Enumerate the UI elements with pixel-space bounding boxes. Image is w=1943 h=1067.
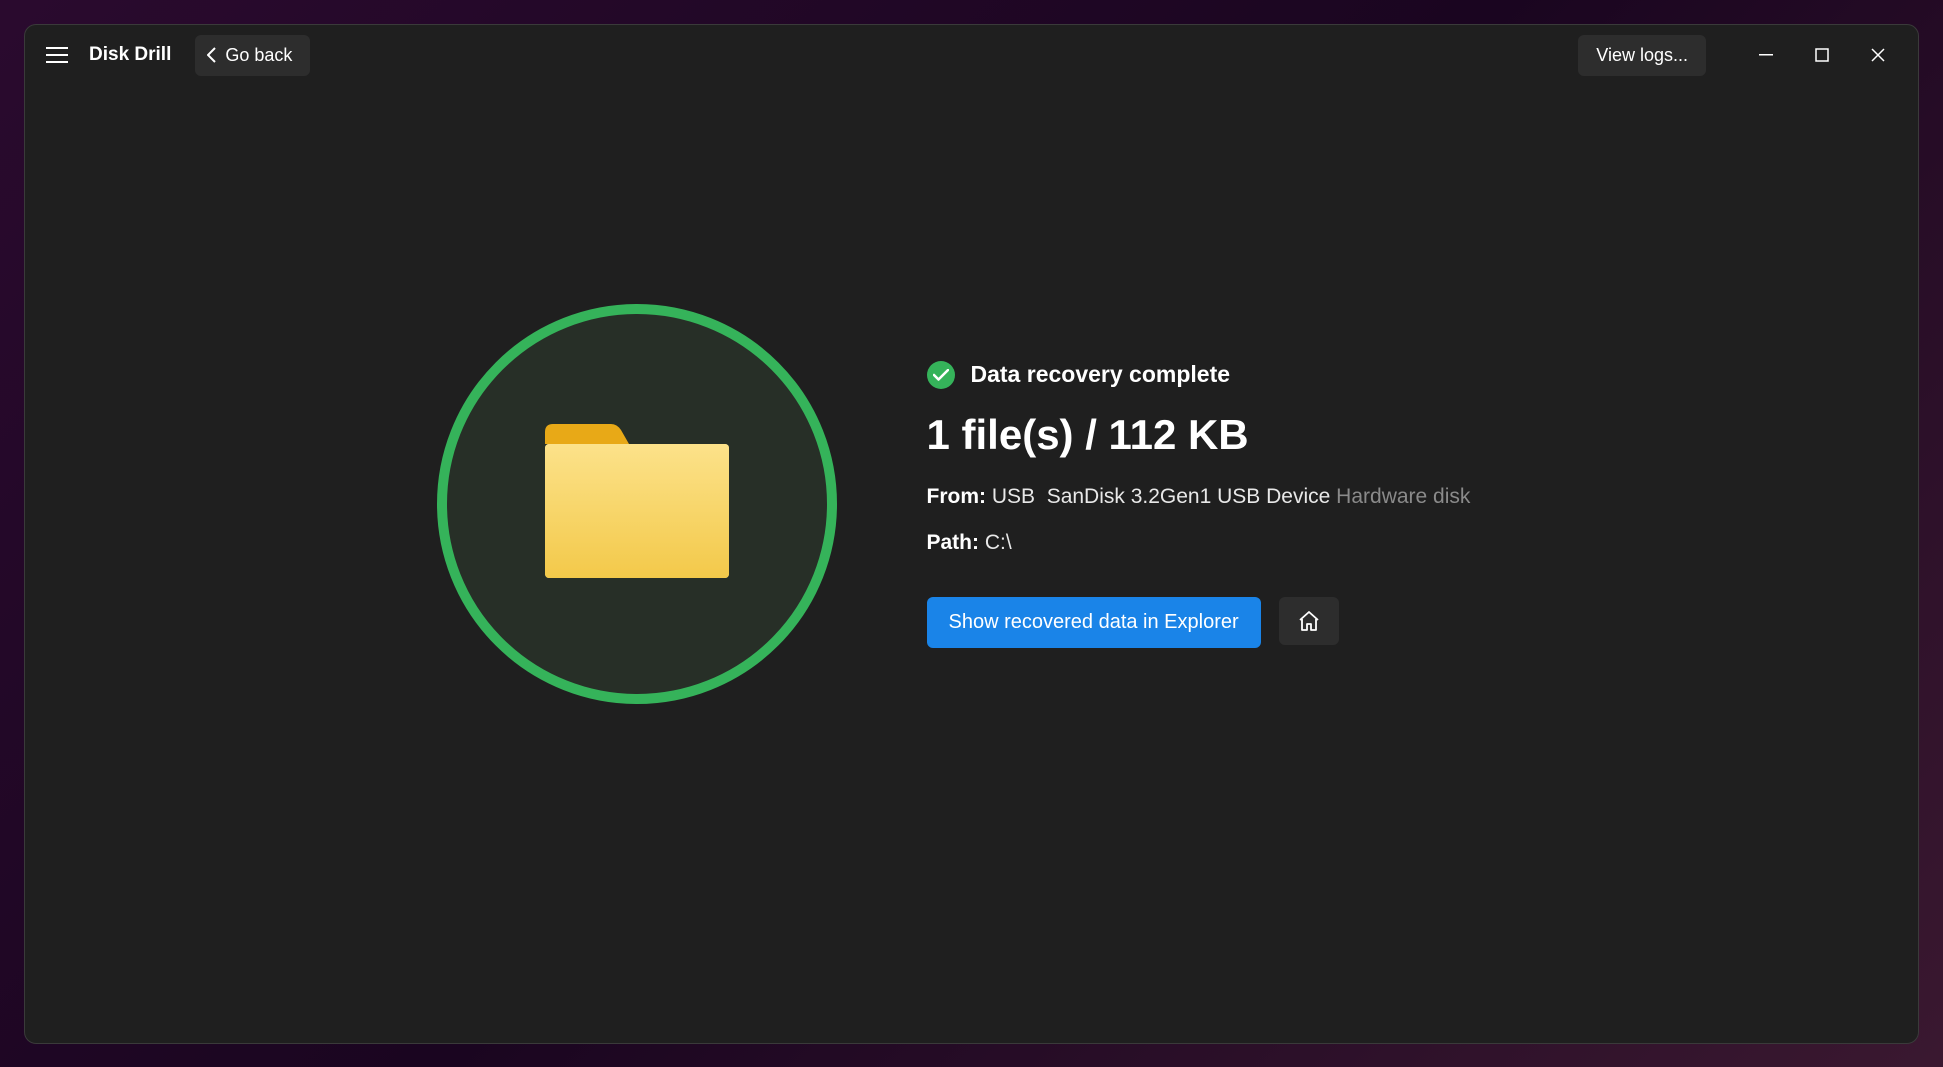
maximize-button[interactable] bbox=[1794, 35, 1850, 75]
app-window: Disk Drill Go back View logs... bbox=[24, 24, 1919, 1044]
window-controls bbox=[1738, 35, 1906, 75]
maximize-icon bbox=[1815, 48, 1829, 62]
app-title: Disk Drill bbox=[89, 44, 171, 66]
home-button[interactable] bbox=[1279, 597, 1339, 645]
from-row: From: USB SanDisk 3.2Gen1 USB Device Har… bbox=[927, 485, 1507, 509]
hero-circle bbox=[437, 304, 837, 704]
go-back-button[interactable]: Go back bbox=[195, 35, 310, 76]
result-headline: 1 file(s) / 112 KB bbox=[927, 411, 1507, 459]
from-label: From: bbox=[927, 485, 992, 508]
from-type: Hardware disk bbox=[1336, 485, 1470, 508]
check-icon bbox=[933, 369, 949, 381]
path-value: C:\ bbox=[985, 531, 1012, 554]
home-icon bbox=[1297, 609, 1321, 633]
view-logs-button[interactable]: View logs... bbox=[1578, 35, 1706, 76]
status-row: Data recovery complete bbox=[927, 361, 1507, 389]
main-content: Data recovery complete 1 file(s) / 112 K… bbox=[25, 85, 1918, 1043]
action-row: Show recovered data in Explorer bbox=[927, 597, 1507, 648]
path-label: Path: bbox=[927, 531, 985, 554]
status-text: Data recovery complete bbox=[971, 361, 1231, 388]
show-in-explorer-button[interactable]: Show recovered data in Explorer bbox=[927, 597, 1261, 648]
hamburger-icon bbox=[46, 47, 68, 63]
back-label: Go back bbox=[225, 45, 292, 66]
menu-button[interactable] bbox=[37, 35, 77, 75]
minimize-icon bbox=[1759, 48, 1773, 62]
minimize-button[interactable] bbox=[1738, 35, 1794, 75]
titlebar: Disk Drill Go back View logs... bbox=[25, 25, 1918, 85]
chevron-left-icon bbox=[207, 47, 217, 63]
info-column: Data recovery complete 1 file(s) / 112 K… bbox=[927, 361, 1507, 648]
path-row: Path: C:\ bbox=[927, 531, 1507, 555]
from-interface: USB bbox=[992, 485, 1035, 508]
folder-icon bbox=[537, 424, 737, 584]
success-badge bbox=[927, 361, 955, 389]
close-icon bbox=[1871, 48, 1885, 62]
from-device: SanDisk 3.2Gen1 USB Device bbox=[1047, 485, 1331, 508]
close-button[interactable] bbox=[1850, 35, 1906, 75]
